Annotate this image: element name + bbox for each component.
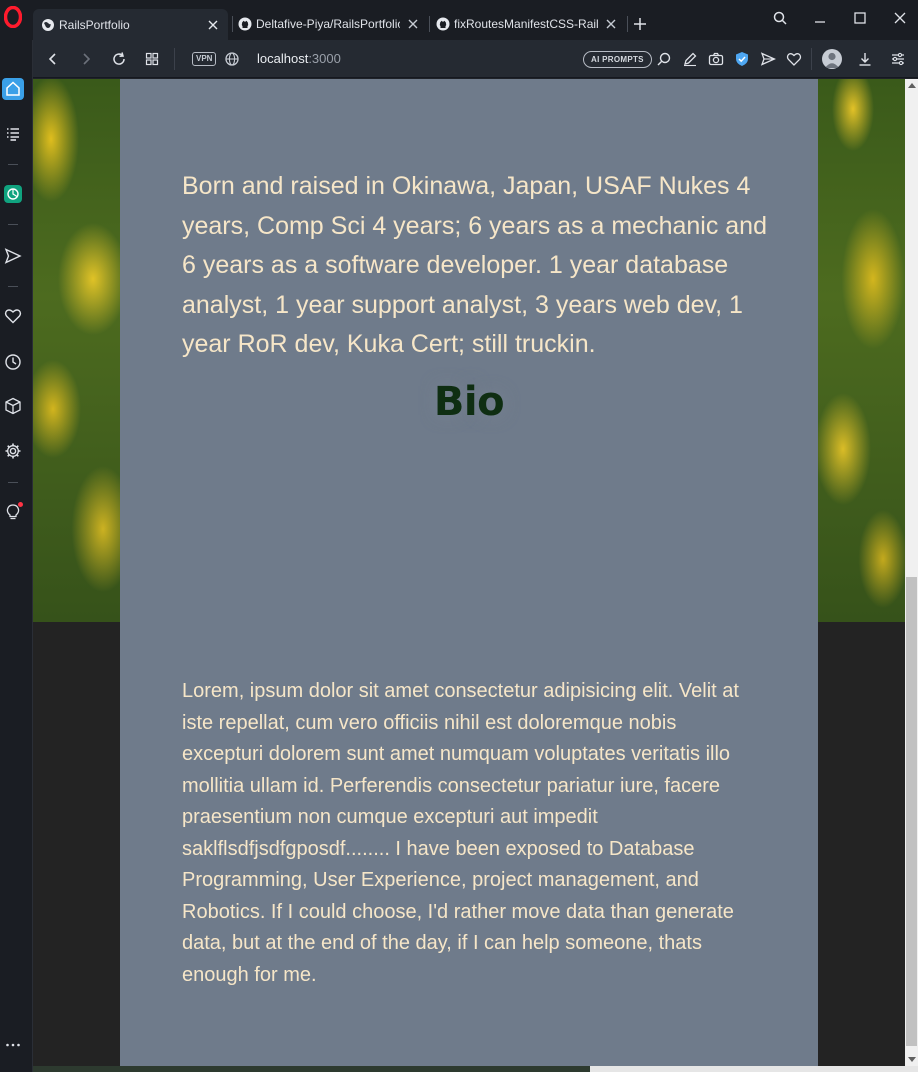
opera-logo-icon[interactable] xyxy=(4,6,22,28)
tab-title: RailsPortfolio xyxy=(59,17,130,32)
close-icon[interactable] xyxy=(604,17,618,31)
globe-icon xyxy=(42,18,54,31)
bio-heading: Bio xyxy=(433,379,505,425)
close-icon[interactable] xyxy=(206,18,220,32)
minimize-icon[interactable] xyxy=(812,10,828,26)
github-icon xyxy=(436,17,450,31)
tagline: Born and raised in Okinawa, Japan, USAF … xyxy=(182,172,767,358)
tab-title: fixRoutesManifestCSS-Rails xyxy=(454,17,598,31)
address-bar: VPN localhost:3000 AI PROMPTS xyxy=(0,40,918,78)
maximize-icon[interactable] xyxy=(852,10,868,26)
search-tabs-icon[interactable] xyxy=(772,10,788,26)
ai-prompts-button[interactable]: AI PROMPTS xyxy=(583,51,652,68)
horizontal-scrollbar-thumb[interactable] xyxy=(590,1066,918,1072)
settings-gear-icon[interactable] xyxy=(4,442,22,460)
url-field[interactable]: localhost:3000 xyxy=(257,51,341,66)
page-viewport[interactable]: Born and raised in Okinawa, Japan, USAF … xyxy=(33,79,905,1066)
tab-railsportfolio[interactable]: RailsPortfolio xyxy=(33,9,228,40)
sidebar xyxy=(0,40,33,1072)
avatar[interactable] xyxy=(822,49,842,69)
vpn-badge[interactable]: VPN xyxy=(192,52,217,66)
notification-dot xyxy=(18,502,23,507)
reload-icon[interactable] xyxy=(111,51,127,67)
url-host: localhost xyxy=(257,51,309,66)
tab-title: Deltafive-Piya/RailsPortfolio xyxy=(256,17,400,31)
chatgpt-icon[interactable] xyxy=(4,185,22,203)
sidebar-home[interactable] xyxy=(2,78,24,100)
scroll-up-icon[interactable] xyxy=(908,83,916,88)
tab-list-icon[interactable] xyxy=(4,125,22,143)
home-icon xyxy=(6,81,20,96)
bio-text: Lorem, ipsum dolor sit amet consectetur … xyxy=(182,680,739,986)
content-card: Born and raised in Okinawa, Japan, USAF … xyxy=(120,79,818,1066)
horizontal-scrollbar[interactable] xyxy=(33,1066,918,1072)
camera-icon[interactable] xyxy=(708,51,724,67)
forward-icon[interactable] xyxy=(78,51,94,67)
scroll-down-icon[interactable] xyxy=(908,1057,916,1062)
scrollbar-thumb[interactable] xyxy=(906,577,917,1046)
send-flow-icon[interactable] xyxy=(4,247,22,265)
user-icon xyxy=(825,52,839,68)
back-icon[interactable] xyxy=(45,51,61,67)
search-page-icon[interactable] xyxy=(656,51,672,67)
speed-dial-icon[interactable] xyxy=(144,51,160,67)
easy-setup-icon[interactable] xyxy=(890,51,906,67)
download-icon[interactable] xyxy=(857,51,873,67)
new-tab-icon[interactable] xyxy=(632,16,648,32)
shield-icon[interactable] xyxy=(734,51,750,67)
vertical-scrollbar[interactable] xyxy=(905,79,918,1066)
bookmarks-heart-icon[interactable] xyxy=(4,307,22,325)
heart-icon[interactable] xyxy=(786,51,802,67)
extensions-cube-icon[interactable] xyxy=(4,397,22,415)
send-icon[interactable] xyxy=(760,51,776,67)
tab-fix-routes[interactable]: fixRoutesManifestCSS-Rails xyxy=(428,9,626,39)
edit-icon[interactable] xyxy=(682,51,698,67)
url-port: :3000 xyxy=(308,51,341,66)
site-info-globe-icon[interactable] xyxy=(224,51,240,67)
tab-github-repo[interactable]: Deltafive-Piya/RailsPortfolio xyxy=(230,9,428,39)
github-icon xyxy=(238,17,252,31)
history-clock-icon[interactable] xyxy=(4,353,22,371)
close-icon[interactable] xyxy=(406,17,420,31)
more-options-icon[interactable] xyxy=(4,1036,22,1054)
window-close-icon[interactable] xyxy=(892,10,908,26)
tab-bar: RailsPortfolio Deltafive-Piya/RailsPortf… xyxy=(0,0,918,40)
